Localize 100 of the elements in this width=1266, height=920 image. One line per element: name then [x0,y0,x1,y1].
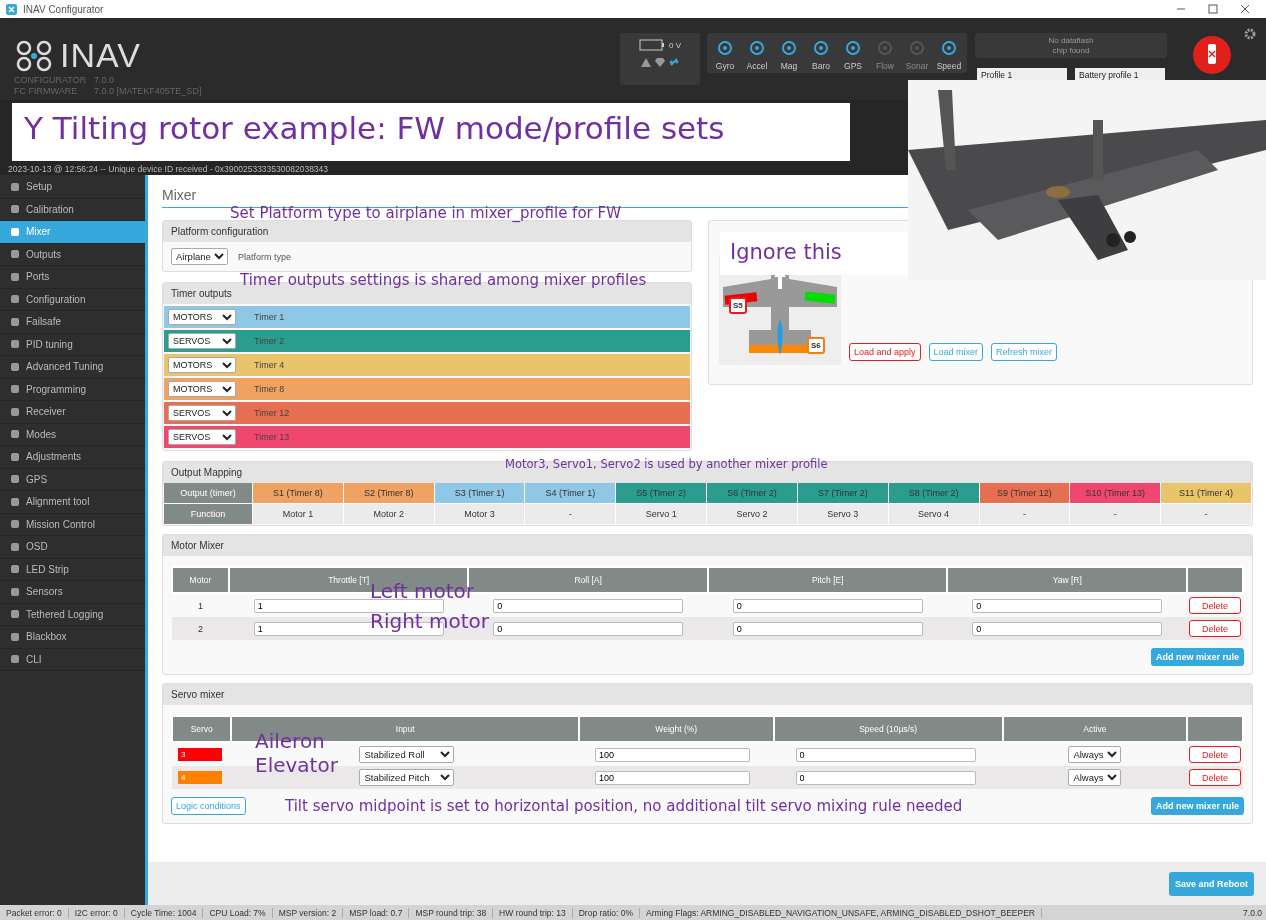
active-select[interactable]: Always [1068,746,1122,763]
timer-mode-select[interactable]: SERVOS [168,429,236,445]
usb-disconnect-icon[interactable] [1192,35,1232,75]
input-field[interactable]: 100 [595,770,750,785]
sidebar-item[interactable]: GPS [0,468,145,491]
sensor-label: GPS [844,61,862,71]
input-field[interactable]: 0 [493,621,684,636]
sidebar-item-icon [10,496,20,507]
input-field[interactable]: 0 [493,598,684,613]
sidebar-item-icon [10,294,20,305]
delete-button[interactable]: Delete [1189,597,1241,614]
output-cell: S2 (Timer 8) [343,483,434,503]
sidebar-item[interactable]: OSD [0,536,145,559]
output-cell: S5 (Timer 2) [616,483,707,503]
timer-mode-select[interactable]: MOTORS [168,309,236,325]
sidebar-item-icon [10,361,20,372]
sensor-icon [908,39,926,57]
function-cell: Motor 3 [434,504,525,524]
delete-button[interactable]: Delete [1189,746,1241,763]
function-cell: Servo 4 [888,504,979,524]
logo-text: INAV [60,36,141,75]
sidebar-item[interactable]: Advanced Tuning [0,356,145,379]
sidebar-item[interactable]: LED Strip [0,558,145,581]
input-field[interactable]: 0 [972,621,1163,636]
sidebar-item[interactable]: PID tuning [0,333,145,356]
sensor-label: Accel [746,61,768,71]
settings-icon[interactable] [1244,28,1256,40]
sidebar-item[interactable]: Outputs [0,243,145,266]
preset-button[interactable]: Load and apply [849,343,921,361]
input-select[interactable]: Stabilized Pitch [359,769,455,786]
delete-button[interactable]: Delete [1189,769,1241,786]
input-select[interactable]: Stabilized Roll [359,746,455,763]
timer-label: Timer 1 [254,312,285,322]
sidebar-item[interactable]: Ports [0,266,145,289]
delete-button[interactable]: Delete [1189,620,1241,637]
sidebar-item[interactable]: Failsafe [0,311,145,334]
sidebar-item-icon [10,384,20,395]
column-header: Pitch [E] [707,567,948,593]
sidebar-item[interactable]: Modes [0,423,145,446]
sidebar-item-icon [10,181,20,192]
output-cell: S1 (Timer 8) [253,483,343,503]
timer-mode-select[interactable]: MOTORS [168,381,236,397]
servo-tag: S6 [807,337,825,354]
sidebar-item-icon [10,406,20,417]
sidebar-item[interactable]: Receiver [0,401,145,424]
sidebar-item[interactable]: Alignment tool [0,491,145,514]
sidebar-item[interactable]: Setup [0,176,145,199]
sidebar-item[interactable]: Configuration [0,288,145,311]
sidebar-item-icon [10,474,20,485]
annotation-text: Set Platform type to airplane in mixer_profile for FW [230,205,621,223]
annotation-box: Ignore this [720,232,908,275]
timer-label: Timer 2 [254,336,285,346]
sidebar-item-icon [10,586,20,597]
platform-select[interactable]: Airplane [171,248,228,265]
sidebar-item[interactable]: CLI [0,648,145,671]
sidebar-item[interactable]: Programming [0,378,145,401]
input-field[interactable]: 1 [253,598,444,613]
sidebar-item[interactable]: Adjustments [0,446,145,469]
sensor-label: Mag [780,61,798,71]
sensor-icon [940,39,958,57]
sensor-label: Baro [812,61,830,71]
timer-mode-select[interactable]: SERVOS [168,333,236,349]
sensor-label: Gyro [715,61,735,71]
input-field[interactable]: 0 [732,598,923,613]
active-select[interactable]: Always [1068,769,1122,786]
output-cell: S8 (Timer 2) [888,483,979,503]
column-header: Servo [172,716,232,742]
timer-label: Timer 4 [254,360,285,370]
sidebar-item[interactable]: Sensors [0,581,145,604]
table-cell: 2 [172,617,229,640]
function-cell: - [1161,504,1251,524]
row-header: Function [164,504,252,524]
sidebar-item-icon [10,429,20,440]
maximize-icon[interactable] [1208,4,1218,14]
timer-mode-select[interactable]: SERVOS [168,405,236,421]
panel-title: Servo mixer [163,684,1252,705]
sidebar-item[interactable]: Blackbox [0,626,145,649]
window-title: INAV Configurator [23,3,104,15]
sidebar-item[interactable]: Tethered Logging [0,603,145,626]
close-icon[interactable] [1240,4,1250,14]
sensor-label: Flow [876,61,894,71]
function-cell: Motor 2 [343,504,434,524]
sidebar-item[interactable]: Mission Control [0,513,145,536]
input-field[interactable]: 0 [795,747,976,762]
output-cell: S3 (Timer 1) [434,483,525,503]
status-item: Arming Flags: ARMING_DISABLED_NAVIGATION_UNSAFE, ARMING_DISABLED_DSHOT_BEEPER [640,907,1042,918]
input-field[interactable]: 100 [595,747,750,762]
sidebar-item-icon [10,631,20,642]
status-item: Drop ratio: 0% [572,907,641,918]
input-field[interactable]: 0 [972,598,1163,613]
timer-mode-select[interactable]: MOTORS [168,357,236,373]
function-cell: - [1070,504,1161,524]
input-field[interactable]: 0 [795,770,976,785]
output-cell: S11 (Timer 4) [1161,483,1251,503]
sidebar-item-icon [10,204,20,215]
annotation-text: Motor3, Servo1, Servo2 is used by another mixer profile [505,458,828,472]
sidebar-item-icon [10,316,20,327]
sidebar-item-icon [10,519,20,530]
timer-label: Timer 8 [254,384,285,394]
input-field[interactable]: 0 [732,621,923,636]
